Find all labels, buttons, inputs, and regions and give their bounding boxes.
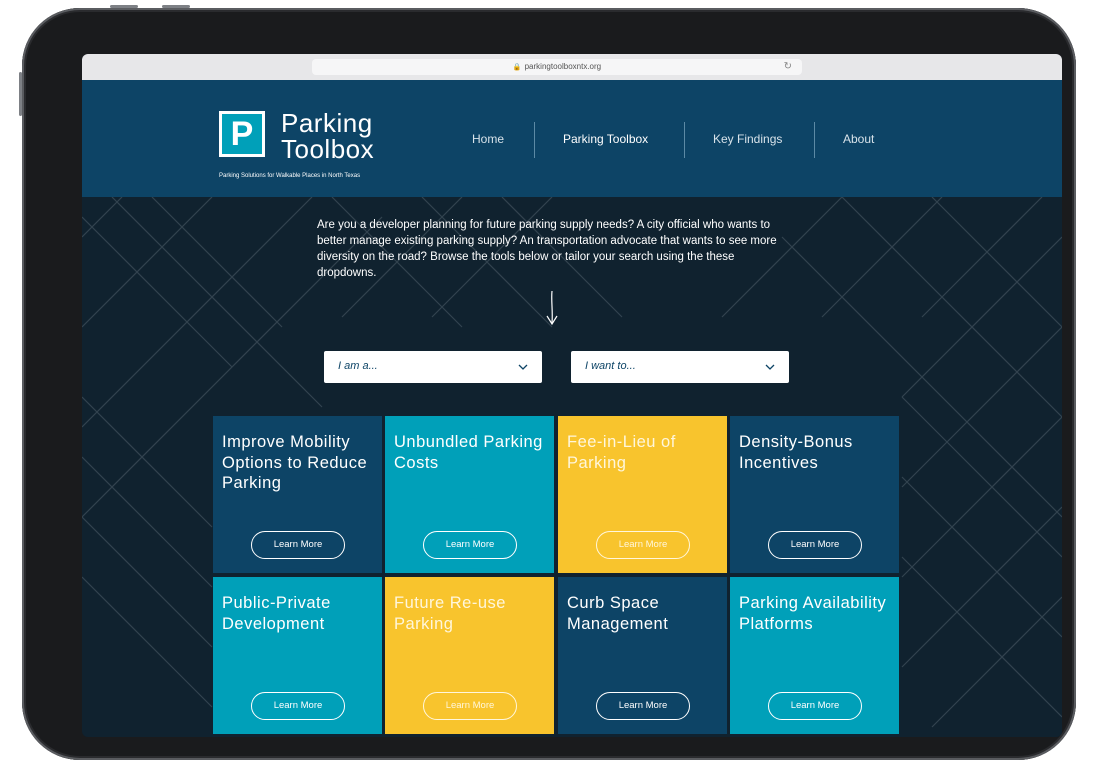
tool-card-unbundled-parking[interactable]: Unbundled Parking Costs Learn More — [385, 416, 554, 573]
address-bar[interactable]: 🔒 parkingtoolboxntx.org ↻ — [312, 59, 802, 75]
card-title: Improve Mobility Options to Reduce Parki… — [222, 433, 368, 492]
role-dropdown[interactable]: I am a... — [324, 351, 542, 383]
card-title: Future Re-use Parking — [394, 594, 506, 633]
nav-parking-toolbox[interactable]: Parking Toolbox — [563, 132, 648, 146]
chevron-down-icon — [518, 364, 528, 370]
tablet-volume-button — [162, 5, 190, 8]
logo-title-line1[interactable]: Parking — [281, 109, 373, 137]
learn-more-button[interactable]: Learn More — [768, 692, 862, 720]
nav-home[interactable]: Home — [472, 132, 504, 146]
goal-dropdown-value: I want to... — [585, 360, 636, 372]
browser-toolbar: 🔒 parkingtoolboxntx.org ↻ — [82, 54, 1062, 81]
nav-key-findings[interactable]: Key Findings — [713, 132, 782, 146]
card-title: Parking Availability Platforms — [739, 594, 887, 633]
chevron-down-icon — [765, 364, 775, 370]
logo-mark[interactable]: P — [219, 111, 265, 157]
learn-more-button[interactable]: Learn More — [596, 531, 690, 559]
card-title: Fee-in-Lieu of Parking — [567, 433, 676, 472]
tablet-screen: 🔒 parkingtoolboxntx.org ↻ P Parking Toolb… — [82, 54, 1062, 737]
nav-divider — [534, 122, 535, 158]
site-header: P Parking Toolbox Parking Solutions for … — [82, 80, 1062, 197]
nav-divider — [684, 122, 685, 158]
address-bar-url: parkingtoolboxntx.org — [524, 62, 602, 71]
tool-card-parking-availability[interactable]: Parking Availability Platforms Learn Mor… — [730, 577, 899, 734]
card-title: Density-Bonus Incentives — [739, 433, 853, 472]
role-dropdown-value: I am a... — [338, 360, 378, 372]
logo-tagline: Parking Solutions for Walkable Places in… — [219, 173, 361, 179]
learn-more-button[interactable]: Learn More — [768, 531, 862, 559]
lock-icon: 🔒 — [512, 64, 522, 71]
hero-section: Are you a developer planning for future … — [82, 197, 1062, 737]
learn-more-button[interactable]: Learn More — [596, 692, 690, 720]
learn-more-button[interactable]: Learn More — [423, 692, 517, 720]
card-title: Curb Space Management — [567, 594, 669, 633]
tablet-volume-button — [110, 5, 138, 8]
tool-card-curb-space[interactable]: Curb Space Management Learn More — [558, 577, 727, 734]
tablet-power-button — [19, 72, 22, 116]
tablet-frame: 🔒 parkingtoolboxntx.org ↻ P Parking Toolb… — [19, 5, 1076, 760]
reload-icon[interactable]: ↻ — [784, 59, 792, 75]
tool-card-improve-mobility[interactable]: Improve Mobility Options to Reduce Parki… — [213, 416, 382, 573]
intro-text: Are you a developer planning for future … — [317, 219, 777, 279]
tool-card-public-private[interactable]: Public-Private Development Learn More — [213, 577, 382, 734]
tool-card-density-bonus[interactable]: Density-Bonus Incentives Learn More — [730, 416, 899, 573]
logo-title-line2[interactable]: Toolbox — [281, 135, 374, 163]
tool-card-fee-in-lieu[interactable]: Fee-in-Lieu of Parking Learn More — [558, 416, 727, 573]
learn-more-button[interactable]: Learn More — [423, 531, 517, 559]
nav-about[interactable]: About — [843, 132, 874, 146]
card-title: Public-Private Development — [222, 594, 331, 633]
learn-more-button[interactable]: Learn More — [251, 531, 345, 559]
tool-card-future-reuse[interactable]: Future Re-use Parking Learn More — [385, 577, 554, 734]
arrow-down-icon — [546, 290, 558, 326]
goal-dropdown[interactable]: I want to... — [571, 351, 789, 383]
learn-more-button[interactable]: Learn More — [251, 692, 345, 720]
nav-divider — [814, 122, 815, 158]
card-title: Unbundled Parking Costs — [394, 433, 543, 472]
